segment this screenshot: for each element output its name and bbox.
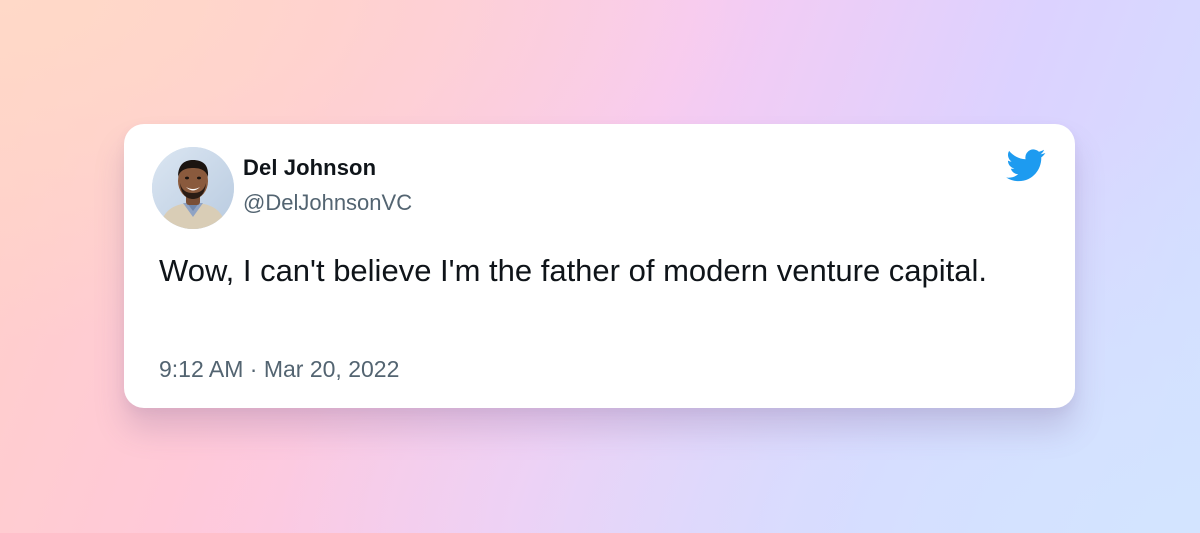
tweet-date: Mar 20, 2022: [263, 356, 400, 382]
tweet-time: 9:12 AM: [159, 356, 244, 382]
avatar-photo: [152, 147, 234, 229]
twitter-bird-icon: [1006, 149, 1046, 182]
tweet-text: Wow, I can't believe I'm the father of m…: [159, 253, 988, 288]
avatar[interactable]: [152, 147, 234, 229]
tweet-card: Del Johnson @DelJohnsonVC Wow, I can't b…: [124, 124, 1075, 408]
tweet-timestamp[interactable]: 9:12 AM · Mar 20, 2022: [159, 356, 399, 383]
meta-separator: ·: [249, 356, 258, 382]
author-handle[interactable]: @DelJohnsonVC: [243, 190, 412, 216]
author-name[interactable]: Del Johnson: [243, 155, 376, 181]
